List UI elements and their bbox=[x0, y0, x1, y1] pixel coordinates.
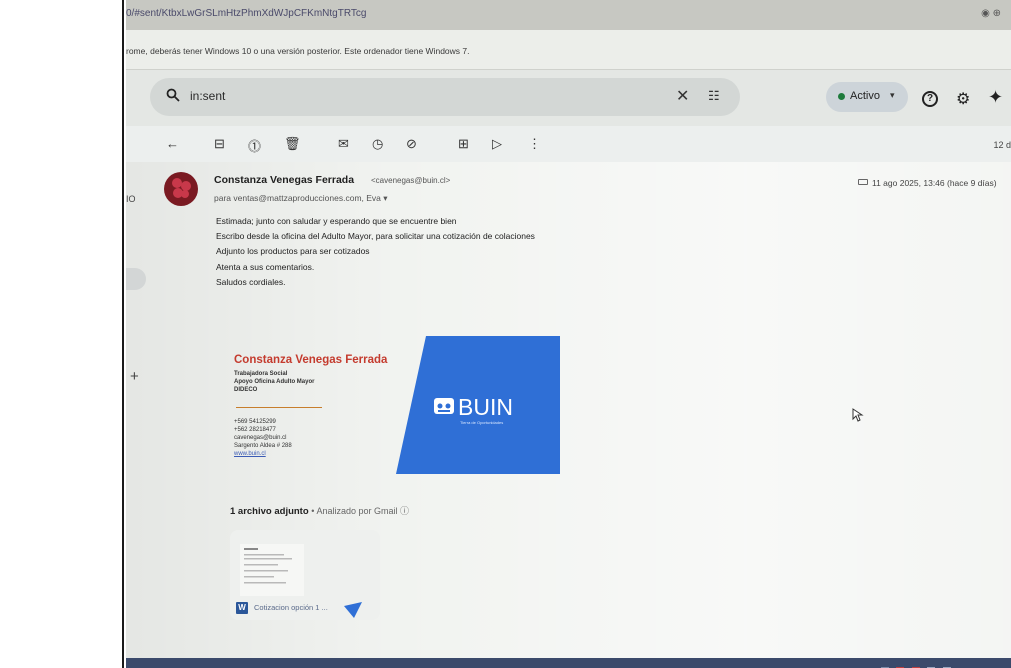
help-icon[interactable]: ? bbox=[922, 91, 938, 107]
attachment-footer[interactable]: W Cotizacion opción 1 ... bbox=[234, 600, 376, 618]
body-line: Saludos cordiales. bbox=[216, 276, 286, 287]
search-input[interactable]: in:sent bbox=[190, 89, 225, 103]
attachment-filename[interactable]: Cotizacion opción 1 ... bbox=[254, 603, 328, 612]
message-view: IO + Constanza Venegas Ferrada <cavenega… bbox=[126, 162, 1011, 668]
body-line: Adjunto los productos para ser cotizados bbox=[216, 246, 370, 257]
sender-email: <cavenegas@buin.cl> bbox=[371, 176, 451, 185]
system-tray[interactable] bbox=[881, 660, 971, 668]
toolbar-date: 12 d bbox=[993, 140, 1011, 150]
attachments-heading: 1 archivo adjunto • Analizado por Gmail … bbox=[230, 504, 409, 517]
attachment-card[interactable]: W Cotizacion opción 1 ... bbox=[230, 530, 380, 620]
search-options-icon[interactable]: ☷ bbox=[708, 88, 720, 104]
signature-name: Constanza Venegas Ferrada bbox=[234, 354, 388, 366]
gemini-sparkle-icon[interactable]: ✦ bbox=[988, 87, 1003, 108]
message-body: Estimada; junto con saludar y esperando … bbox=[216, 214, 535, 290]
page-margin bbox=[0, 0, 124, 668]
move-to-icon[interactable]: ⊞ bbox=[458, 136, 469, 152]
attachments-count: 1 archivo adjunto bbox=[230, 506, 309, 517]
report-spam-icon[interactable]: ⓵ bbox=[248, 136, 261, 155]
buin-emblem-icon bbox=[434, 398, 454, 414]
add-label-icon[interactable]: + bbox=[130, 368, 139, 385]
browser-extension-icons[interactable]: ◉ ⊕ bbox=[981, 8, 1001, 19]
message-toolbar: ← ⊟ ⓵ 🗑 ✉ ◷ ⊘ ⊞ ▷ ⋮ 12 d bbox=[126, 126, 1011, 162]
chevron-down-icon: ▾ bbox=[890, 90, 895, 100]
archive-icon[interactable]: ⊟ bbox=[214, 136, 225, 152]
buin-logo: BUIN Tierra de Oportunidades bbox=[396, 336, 560, 476]
signature-contact: +569 54125299 +562 28218477 cavenegas@bu… bbox=[234, 419, 292, 458]
monitor-screen: 0/#sent/KtbxLwGrSLmHtzPhmXdWJpCFKmNtgTRT… bbox=[126, 0, 1011, 668]
attachment-preview bbox=[240, 544, 304, 596]
search-icon[interactable] bbox=[166, 88, 180, 102]
warning-text: rome, deberás tener Windows 10 o una ver… bbox=[126, 46, 470, 56]
gear-icon[interactable]: ⚙ bbox=[956, 89, 970, 109]
add-task-icon[interactable]: ⊘ bbox=[406, 136, 417, 152]
browser-address-bar[interactable]: 0/#sent/KtbxLwGrSLmHtzPhmXdWJpCFKmNtgTRT… bbox=[126, 0, 1011, 30]
status-button[interactable]: Activo ▾ bbox=[826, 82, 908, 112]
close-icon[interactable]: ✕ bbox=[676, 86, 689, 106]
mark-unread-icon[interactable]: ✉ bbox=[338, 136, 349, 152]
buin-tagline: Tierra de Oportunidades bbox=[460, 420, 504, 425]
body-line: Escribo desde la oficina del Adulto Mayo… bbox=[216, 231, 535, 242]
search-bar[interactable]: in:sent ✕ ☷ bbox=[150, 78, 740, 116]
mouse-cursor-icon bbox=[852, 408, 864, 422]
avatar[interactable] bbox=[164, 172, 198, 206]
status-dot bbox=[838, 93, 845, 100]
word-doc-icon: W bbox=[236, 602, 248, 614]
os-taskbar bbox=[126, 658, 1011, 668]
status-label: Activo bbox=[850, 90, 880, 102]
timestamp: 11 ago 2025, 13:46 (hace 9 días) bbox=[872, 178, 997, 188]
snooze-icon[interactable]: ◷ bbox=[372, 136, 383, 152]
signature-website-link[interactable]: www.buin.cl bbox=[234, 450, 292, 458]
scan-page: 0/#sent/KtbxLwGrSLmHtzPhmXdWJpCFKmNtgTRT… bbox=[0, 0, 1011, 668]
mail-header: in:sent ✕ ☷ Activo ▾ ? ⚙ ✦ bbox=[126, 70, 1011, 126]
browser-warning-bar: rome, deberás tener Windows 10 o una ver… bbox=[126, 30, 1011, 70]
signature-divider bbox=[236, 407, 322, 408]
buin-logo-text: BUIN bbox=[458, 394, 513, 420]
signature-role: Trabajadora Social Apoyo Oficina Adulto … bbox=[234, 371, 315, 393]
label-icon[interactable]: ▷ bbox=[492, 136, 502, 152]
delete-icon[interactable]: 🗑 bbox=[284, 136, 301, 152]
more-options-icon[interactable]: ⋮ bbox=[528, 136, 541, 152]
body-line: Estimada; junto con saludar y esperando … bbox=[216, 216, 457, 226]
sender-name[interactable]: Constanza Venegas Ferrada bbox=[214, 174, 354, 186]
url-text[interactable]: 0/#sent/KtbxLwGrSLmHtzPhmXdWJpCFKmNtgTRT… bbox=[126, 8, 366, 19]
back-arrow-icon[interactable]: ← bbox=[166, 136, 179, 151]
attachment-corner-icon[interactable] bbox=[344, 600, 362, 618]
recipients[interactable]: para ventas@mattzaproducciones.com, Eva … bbox=[214, 193, 388, 204]
sidebar-snippet: IO bbox=[126, 194, 136, 204]
label-tag-icon bbox=[858, 179, 868, 185]
body-line: Atenta a sus comentarios. bbox=[216, 261, 315, 272]
attachments-scanned[interactable]: • Analizado por Gmail ⓘ bbox=[311, 506, 409, 516]
